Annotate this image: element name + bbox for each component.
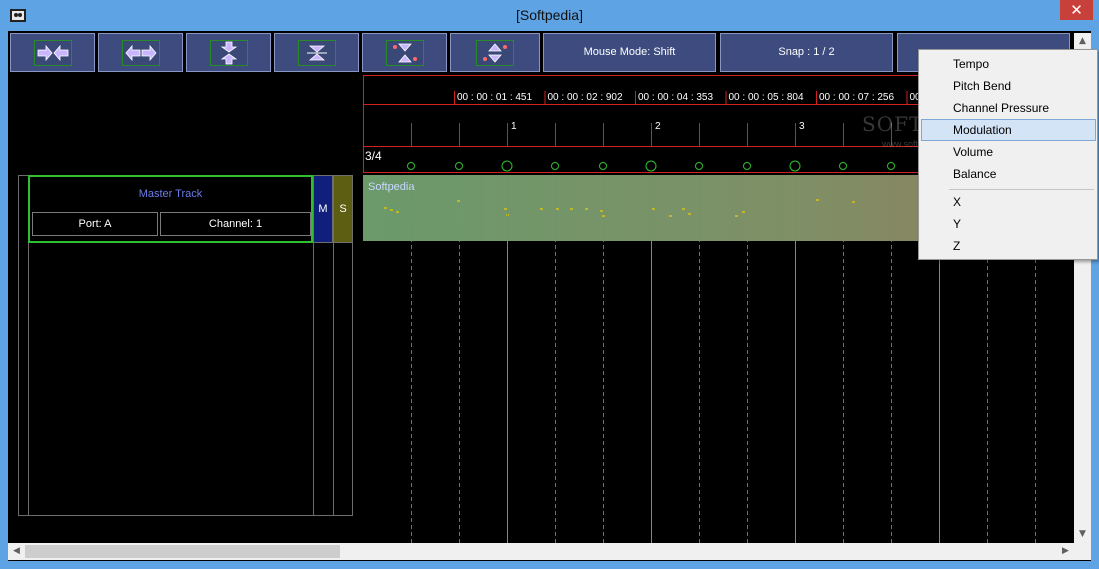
beat-marker bbox=[743, 162, 751, 170]
menu-item-channel-pressure[interactable]: Channel Pressure bbox=[921, 97, 1096, 119]
window-frame-left bbox=[0, 31, 8, 569]
beat-marker bbox=[455, 162, 463, 170]
beat-marker bbox=[695, 162, 703, 170]
horizontal-scrollbar[interactable]: ◀ ▶ bbox=[8, 543, 1074, 560]
beat-marker bbox=[407, 162, 415, 170]
track-clip-name: Softpedia bbox=[368, 181, 415, 193]
scroll-down-arrow[interactable]: ▼ bbox=[1074, 526, 1091, 543]
timestamp-label: 00 : 00 : 05 : 804 bbox=[729, 92, 804, 103]
solo-button[interactable]: S bbox=[333, 175, 353, 243]
zoom-in-horizontal-button[interactable] bbox=[10, 33, 95, 72]
mute-button[interactable]: M bbox=[313, 175, 333, 243]
zoom-out-horizontal-button[interactable] bbox=[98, 33, 183, 72]
zoom-out-horizontal-icon bbox=[124, 44, 157, 62]
menu-item-pitch-bend[interactable]: Pitch Bend bbox=[921, 75, 1096, 97]
track-header[interactable]: Master Track Port: A Channel: 1 bbox=[28, 175, 313, 243]
time-signature: 3/4 bbox=[365, 149, 382, 163]
zoom-in-vertical-button[interactable] bbox=[186, 33, 271, 72]
beat-marker bbox=[645, 160, 657, 172]
port-selector[interactable]: Port: A bbox=[32, 212, 158, 236]
scrollbar-corner bbox=[1074, 543, 1091, 560]
measure-number: 1 bbox=[511, 121, 517, 132]
measure-number: 3 bbox=[799, 121, 805, 132]
menu-item-volume[interactable]: Volume bbox=[921, 141, 1096, 163]
close-button[interactable]: ✕ bbox=[1060, 0, 1093, 20]
zoom-out-all-button[interactable] bbox=[450, 33, 540, 72]
beat-marker bbox=[887, 162, 895, 170]
zoom-out-vertical-icon bbox=[306, 45, 327, 61]
snap-button[interactable]: Snap : 1 / 2 bbox=[720, 33, 893, 72]
zoom-out-all-icon bbox=[483, 43, 507, 63]
beat-marker bbox=[599, 162, 607, 170]
track-name: Master Track bbox=[138, 188, 203, 200]
scroll-up-arrow[interactable]: ▲ bbox=[1074, 33, 1091, 50]
menu-item-z[interactable]: Z bbox=[921, 235, 1096, 257]
beat-marker bbox=[501, 160, 513, 172]
title-bar: [Softpedia] ✕ bbox=[0, 0, 1099, 31]
beat-marker bbox=[551, 162, 559, 170]
window-frame-bottom bbox=[0, 561, 1099, 569]
scroll-right-arrow[interactable]: ▶ bbox=[1057, 543, 1074, 560]
horizontal-scroll-thumb[interactable] bbox=[25, 545, 340, 558]
zoom-in-horizontal-icon bbox=[37, 44, 68, 62]
timestamp-label: 00 : 00 : 04 : 353 bbox=[638, 92, 713, 103]
beat-marker bbox=[839, 162, 847, 170]
track-divider bbox=[333, 243, 334, 516]
zoom-in-all-button[interactable] bbox=[362, 33, 447, 72]
menu-item-balance[interactable]: Balance bbox=[921, 163, 1096, 185]
measure-number: 2 bbox=[655, 121, 661, 132]
zoom-in-vertical-icon bbox=[220, 41, 237, 65]
timestamp-label: 00 : 00 : 07 : 256 bbox=[819, 92, 894, 103]
channel-selector[interactable]: Channel: 1 bbox=[160, 212, 311, 236]
menu-item-tempo[interactable]: Tempo bbox=[921, 53, 1096, 75]
scroll-left-arrow[interactable]: ◀ bbox=[8, 543, 25, 560]
track-divider bbox=[28, 515, 353, 516]
controller-context-menu: Tempo Pitch Bend Channel Pressure Modula… bbox=[918, 49, 1098, 260]
menu-item-modulation[interactable]: Modulation bbox=[921, 119, 1096, 141]
track-divider bbox=[28, 243, 29, 516]
window-title: [Softpedia] bbox=[516, 7, 583, 23]
zoom-in-all-icon bbox=[392, 43, 417, 63]
mouse-mode-button[interactable]: Mouse Mode: Shift bbox=[543, 33, 716, 72]
menu-item-x[interactable]: X bbox=[921, 191, 1096, 213]
menu-item-y[interactable]: Y bbox=[921, 213, 1096, 235]
timestamp-label: 00 : 00 : 02 : 902 bbox=[548, 92, 623, 103]
menu-separator bbox=[949, 189, 1094, 190]
beat-marker bbox=[789, 160, 801, 172]
timestamp-label: 00 : 00 : 01 : 451 bbox=[457, 92, 532, 103]
zoom-out-vertical-button[interactable] bbox=[274, 33, 359, 72]
track-divider bbox=[313, 243, 314, 516]
